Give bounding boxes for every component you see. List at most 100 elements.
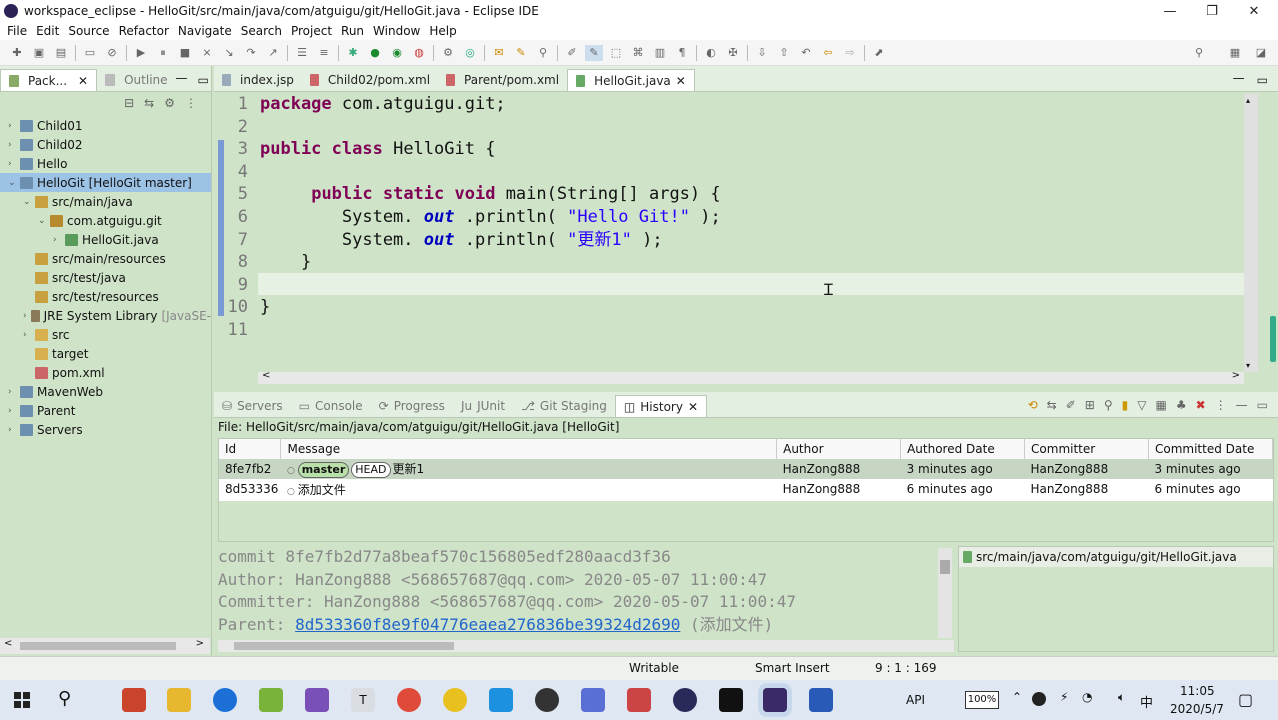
eclipse-taskbar-icon[interactable] (763, 688, 787, 712)
globe-icon[interactable]: ◐ (702, 45, 720, 61)
battery-indicator[interactable]: 100% (965, 691, 999, 709)
minimize-button[interactable]: — (1148, 0, 1192, 22)
tray-app-icon[interactable] (1032, 692, 1046, 706)
filter-icon[interactable]: ⚙ (164, 96, 175, 110)
open-type-icon[interactable]: ✉ (490, 45, 508, 61)
tree-item[interactable]: › Hello (0, 154, 211, 173)
word-wrap-icon[interactable]: ⌘ (629, 45, 647, 61)
close-icon[interactable]: ✕ (676, 74, 686, 88)
menu-file[interactable]: File (7, 24, 27, 38)
step-into-icon[interactable]: ↘ (220, 45, 238, 61)
clock-date[interactable]: 2020/5/7 (1170, 702, 1224, 716)
ime-indicator[interactable]: 中 (1140, 692, 1153, 711)
wechat-files-icon[interactable] (443, 688, 467, 712)
chevron-right-icon[interactable]: › (23, 311, 31, 321)
chevron-right-icon[interactable]: › (8, 140, 20, 150)
code-editor[interactable]: 1 package com.atguigu.git; 2 3 public class … (214, 93, 1246, 373)
open-declaration-icon[interactable]: ☰ (293, 45, 311, 61)
column-header[interactable]: Author (776, 439, 902, 459)
notepad-icon[interactable] (259, 688, 283, 712)
tree-item[interactable]: pom.xml (0, 363, 211, 382)
bucket-icon[interactable]: ▮ (1122, 398, 1129, 412)
tray-up-icon[interactable]: ⌃ (1012, 690, 1022, 704)
notification-icon[interactable]: ▢ (1238, 690, 1253, 709)
wireshark-icon[interactable] (627, 688, 651, 712)
visual-studio-icon[interactable] (305, 688, 329, 712)
tree-item[interactable]: › Servers (0, 420, 211, 439)
restore-button[interactable]: ❐ (1190, 0, 1234, 22)
commit-h-scrollbar[interactable] (218, 640, 954, 652)
tree-item[interactable]: ⌄ src/main/java (0, 192, 211, 211)
history-row[interactable]: 8d53336 ○ 添加文件 HanZong888 6 minutes ago HanZ… (219, 479, 1273, 499)
menu-help[interactable]: Help (429, 24, 456, 38)
tree-item[interactable]: ⌄ HelloGit [HelloGit master] (0, 173, 211, 192)
step-over-icon[interactable]: ↷ (242, 45, 260, 61)
tab-index-jsp[interactable]: index.jsp (214, 69, 302, 91)
file-explorer-icon[interactable] (167, 688, 191, 712)
typora-icon[interactable]: T (351, 688, 375, 712)
menu-source[interactable]: Source (68, 24, 109, 38)
toggle-comment-icon[interactable]: ≡ (315, 45, 333, 61)
word-icon[interactable] (809, 688, 833, 712)
new-icon[interactable]: ✚ (8, 45, 26, 61)
menu-project[interactable]: Project (291, 24, 332, 38)
menu-window[interactable]: Window (373, 24, 420, 38)
tab-git-staging[interactable]: ⎇ Git Staging (513, 395, 615, 417)
collapse-all-icon[interactable]: ⊟ (124, 96, 134, 110)
tree-item[interactable]: ⌄ com.atguigu.git (0, 211, 211, 230)
coverage-icon[interactable]: ◉ (388, 45, 406, 61)
tab-junit[interactable]: Ju JUnit (453, 395, 513, 417)
tree-item[interactable]: src/test/resources (0, 287, 211, 306)
pin-icon[interactable]: ✐ (1066, 398, 1076, 412)
horizontal-scrollbar[interactable]: < > (0, 638, 210, 654)
tab-progress[interactable]: ⟳ Progress (371, 395, 453, 417)
tab-hellogit-java[interactable]: HelloGit.java ✕ (567, 69, 695, 91)
open-task-icon[interactable]: ✎ (512, 45, 530, 61)
terminate-icon[interactable]: ■ (176, 45, 194, 61)
chrome-icon[interactable] (397, 688, 421, 712)
menu-run[interactable]: Run (341, 24, 364, 38)
external-tools-icon[interactable]: ◍ (410, 45, 428, 61)
maximize-editor-icon[interactable]: ▭ (1257, 73, 1268, 87)
vpn-icon[interactable] (673, 688, 697, 712)
column-header[interactable]: Committed Date (1148, 439, 1273, 459)
block-selection-icon[interactable]: ⬚ (607, 45, 625, 61)
debug-icon[interactable]: ✱ (344, 45, 362, 61)
chevron-down-icon[interactable]: ⌄ (23, 197, 35, 207)
save-all-icon[interactable]: ▤ (52, 45, 70, 61)
changed-file-item[interactable]: src/main/java/com/atguigu/git/HelloGit.j… (959, 547, 1273, 567)
history-row[interactable]: 8fe7fb2 ○ master HEAD 更新1 HanZong888 3 minute… (219, 459, 1273, 479)
network-icon[interactable]: ⚡ (1060, 690, 1068, 704)
pin-icon[interactable]: ✠ (724, 45, 742, 61)
github-icon[interactable] (535, 688, 559, 712)
perspective-icon[interactable]: ▦ (1226, 45, 1244, 61)
volume-icon[interactable]: 🔈︎ (1118, 690, 1125, 705)
column-header[interactable]: Committer (1024, 439, 1149, 459)
suspend-icon[interactable]: ⏸ (154, 45, 172, 61)
parent-link[interactable]: 8d533360f8e9f04776eaea276836be39324d2690 (295, 615, 680, 634)
tree-item[interactable]: › Parent (0, 401, 211, 420)
tab-package-explorer[interactable]: Pack... ✕ (0, 69, 98, 91)
terminal-icon[interactable]: ▭ (81, 45, 99, 61)
link-selection-icon[interactable]: ⇆ (1047, 398, 1057, 412)
link-editor-icon[interactable]: ⇆ (144, 96, 154, 110)
remove-icon[interactable]: ✖ (1196, 398, 1206, 412)
tree-item[interactable]: › HelloGit.java (0, 230, 211, 249)
step-return-icon[interactable]: ↗ (264, 45, 282, 61)
tab-history[interactable]: ◫ History ✕ (614, 395, 708, 417)
maximize-view-icon[interactable]: ▭ (1257, 398, 1268, 412)
close-button[interactable]: ✕ (1232, 0, 1276, 22)
menu-search[interactable]: Search (241, 24, 282, 38)
chevron-down-icon[interactable]: ⌄ (8, 178, 20, 188)
close-icon[interactable]: ✕ (688, 400, 698, 414)
forward-icon[interactable]: ⇨ (841, 45, 859, 61)
new-server-icon[interactable]: ⚙ (439, 45, 457, 61)
menu-refactor[interactable]: Refactor (119, 24, 169, 38)
postman-icon[interactable] (581, 688, 605, 712)
column-header[interactable]: Id (219, 439, 282, 459)
tree-item[interactable]: › JRE System Library [JavaSE- (0, 306, 211, 325)
column-header[interactable]: Authored Date (900, 439, 1026, 459)
search-toolbar-icon[interactable]: ⚲ (534, 45, 552, 61)
disconnect-icon[interactable]: ⨯ (198, 45, 216, 61)
intellij-icon[interactable] (719, 688, 743, 712)
